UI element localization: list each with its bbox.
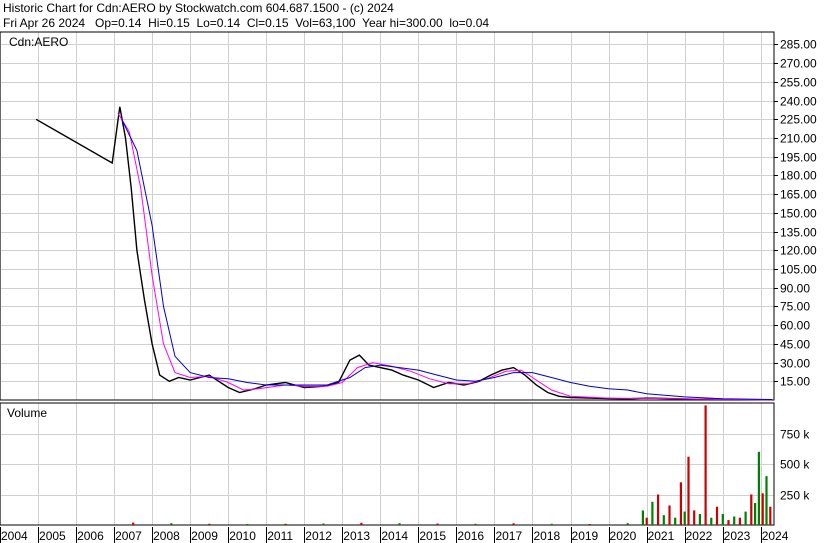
- y-tick-label: 240.00: [780, 95, 817, 109]
- grid: [0, 32, 774, 525]
- x-tick-label: 2014: [381, 529, 408, 543]
- x-tick-label: 2004: [1, 529, 28, 543]
- volume-bar: [744, 511, 747, 525]
- volume-bar: [645, 517, 648, 525]
- y-tick-label: 270.00: [780, 57, 817, 71]
- volume-bar: [588, 524, 591, 525]
- volume-bar: [738, 517, 741, 525]
- x-tick-label: 2021: [648, 529, 675, 543]
- volume-bar: [641, 510, 644, 525]
- x-tick-label: 2011: [267, 529, 293, 543]
- y-tick-label: 135.00: [780, 226, 817, 240]
- volume-bar: [398, 523, 401, 525]
- x-tick-label: 2013: [343, 529, 370, 543]
- volume-bar: [679, 482, 682, 525]
- y-tick-label: 195.00: [780, 151, 817, 165]
- volume-bar: [246, 524, 249, 525]
- y-tick-label: 255.00: [780, 76, 817, 90]
- x-tick-label: 2006: [77, 529, 104, 543]
- volume-bar: [170, 523, 173, 525]
- y-tick-label: 750 k: [780, 428, 810, 442]
- y-tick-label: 165.00: [780, 188, 817, 202]
- x-tick-label: 2016: [457, 529, 484, 543]
- volume-bar: [727, 520, 730, 525]
- x-tick-label: 2005: [39, 529, 66, 543]
- stock-chart: Cdn:AERO Volume 2004 2005 2006 2007 2008 2009…: [0, 31, 817, 543]
- volume-bar: [761, 493, 764, 525]
- volume-bar: [512, 523, 515, 525]
- axes: 2004 2005 2006 2007 2008 2009 2010 2011 2012 2013…: [0, 38, 817, 543]
- volume-bar: [474, 523, 477, 525]
- volume-bar: [698, 514, 701, 525]
- x-tick-label: 2020: [610, 529, 637, 543]
- volume-bar: [657, 494, 660, 525]
- volume-bar: [651, 501, 654, 525]
- series-ma_long: [121, 119, 773, 400]
- volume-bar: [132, 522, 135, 525]
- x-tick-label: 2007: [115, 529, 142, 543]
- x-tick-label: 2022: [686, 529, 713, 543]
- volume-bar: [715, 506, 719, 525]
- series-price: [35, 106, 773, 401]
- y-tick-label: 210.00: [780, 132, 817, 146]
- x-tick-label: 2008: [153, 529, 180, 543]
- y-tick-label: 30.00: [780, 357, 810, 371]
- x-tick-label: 2019: [572, 529, 599, 543]
- volume-bar: [750, 494, 753, 525]
- volume-bar: [662, 515, 665, 525]
- volume-bar: [674, 517, 677, 525]
- y-tick-label: 500 k: [780, 458, 810, 472]
- y-tick-label: 180.00: [780, 169, 817, 183]
- volume-title: Volume: [7, 406, 47, 420]
- volume-bar: [360, 522, 363, 525]
- y-tick-label: 285.00: [780, 38, 817, 52]
- volume-bar: [721, 514, 724, 525]
- volume-bar: [757, 451, 760, 525]
- x-tick-label: 2012: [305, 529, 332, 543]
- volume-bar: [687, 456, 690, 525]
- volume-bar: [284, 523, 287, 525]
- x-tick-label: 2009: [191, 529, 218, 543]
- volume-bar: [683, 511, 686, 525]
- volume-bars: [132, 405, 772, 525]
- volume-bar: [550, 523, 553, 525]
- volume-bar: [693, 510, 696, 525]
- y-tick-label: 60.00: [780, 319, 810, 333]
- volume-bar: [710, 517, 713, 525]
- volume-bar: [668, 505, 671, 525]
- volume-bar: [626, 523, 629, 525]
- volume-bar: [733, 516, 736, 525]
- series-ma_short: [117, 112, 773, 401]
- volume-bar: [322, 523, 325, 525]
- symbol-label: Cdn:AERO: [9, 35, 68, 49]
- y-tick-label: 105.00: [780, 263, 817, 277]
- volume-bar: [436, 523, 439, 525]
- y-tick-label: 225.00: [780, 113, 817, 127]
- x-tick-label: 2018: [533, 529, 560, 543]
- x-tick-label: 2010: [229, 529, 256, 543]
- volume-bar: [208, 523, 211, 525]
- y-tick-label: 90.00: [780, 282, 810, 296]
- price-series: [35, 106, 773, 401]
- volume-bar: [769, 506, 772, 525]
- x-tick-label: 2024: [762, 529, 789, 543]
- x-tick-label: 2017: [495, 529, 522, 543]
- y-tick-label: 250 k: [780, 489, 810, 503]
- y-tick-label: 75.00: [780, 300, 810, 314]
- x-tick-label: 2023: [724, 529, 751, 543]
- y-tick-label: 150.00: [780, 207, 817, 221]
- volume-bar: [754, 503, 757, 525]
- y-tick-label: 120.00: [780, 244, 817, 258]
- y-tick-label: 15.00: [780, 375, 810, 389]
- x-tick-label: 2015: [419, 529, 446, 543]
- volume-bar: [704, 405, 707, 525]
- volume-bar: [765, 476, 768, 525]
- y-tick-label: 45.00: [780, 338, 810, 352]
